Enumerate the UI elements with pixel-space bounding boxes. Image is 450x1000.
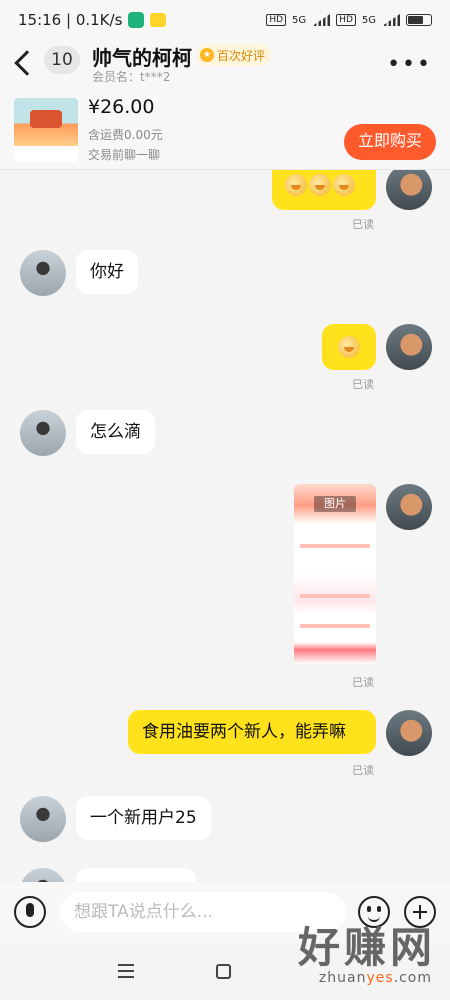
network-type-1: 5G	[292, 14, 307, 26]
duck-emoji-icon	[338, 336, 360, 358]
review-badge[interactable]: ★ 百次好评	[196, 44, 272, 66]
chat-header: 10 帅气的柯柯 ★ 百次好评 会员名：t***2 •••	[0, 40, 450, 88]
chat-area[interactable]: 已读 你好 已读 怎么滴 图片 已读 食用油要两个新人，能弄嘛 已读 一个新用户…	[0, 170, 450, 882]
duck-emoji-icon	[333, 174, 355, 196]
watermark-domain: zhuanyes.com	[318, 970, 432, 986]
read-receipt: 已读	[352, 676, 374, 689]
hd-badge-2: HD	[336, 14, 356, 26]
status-time: 15:16 | 0.1K/s	[18, 11, 123, 29]
avatar-self[interactable]	[386, 710, 432, 756]
image-label: 图片	[314, 496, 356, 512]
image-decoration	[300, 594, 370, 598]
watermark-title: 好赚网	[297, 923, 436, 972]
chat-first-note: 交易前聊一聊	[88, 148, 161, 162]
battery-icon	[406, 14, 432, 26]
duck-emoji-icon	[285, 174, 307, 196]
read-receipt: 已读	[352, 218, 374, 231]
avatar-contact[interactable]	[20, 868, 66, 882]
image-decoration	[300, 544, 370, 548]
message-contact[interactable]: 一个新用户25	[76, 796, 211, 840]
review-badge-icon: ★	[200, 48, 214, 62]
shipping-info: 含运费0.00元	[88, 128, 163, 142]
watermark: 好赚网 zhuanyes.com	[240, 914, 450, 1000]
unread-count-badge[interactable]: 10	[44, 46, 80, 74]
signal-icon-1	[312, 14, 331, 26]
network-type-2: 5G	[361, 14, 376, 26]
more-icon[interactable]: •••	[387, 52, 432, 77]
avatar-contact[interactable]	[20, 410, 66, 456]
read-receipt: 已读	[352, 764, 374, 777]
message-contact[interactable]: 怎么滴	[76, 410, 155, 454]
review-badge-label: 百次好评	[217, 48, 266, 63]
avatar-contact[interactable]	[20, 250, 66, 296]
menu-icon[interactable]	[118, 964, 134, 978]
avatar-self[interactable]	[386, 484, 432, 530]
app-notification-icon	[150, 13, 167, 27]
message-contact[interactable]: 你好	[76, 250, 138, 294]
signal-icon-2	[382, 14, 400, 26]
message-self[interactable]: 食用油要两个新人，能弄嘛	[128, 710, 376, 754]
read-receipt: 已读	[352, 378, 374, 391]
message-emoji-self[interactable]	[272, 170, 376, 210]
message-image-self[interactable]: 图片	[294, 484, 376, 664]
avatar-self[interactable]	[386, 170, 432, 210]
product-card[interactable]: ¥26.00 含运费0.00元 交易前聊一聊 立即购买	[0, 88, 450, 170]
product-thumbnail[interactable]	[14, 98, 78, 162]
image-decoration	[300, 624, 370, 628]
message-contact-partial[interactable]	[76, 868, 196, 882]
microphone-icon[interactable]	[14, 896, 46, 928]
avatar-contact[interactable]	[20, 796, 66, 842]
member-name: 会员名：t***2	[92, 70, 171, 84]
contact-name[interactable]: 帅气的柯柯	[92, 42, 192, 71]
back-icon[interactable]	[14, 50, 40, 76]
avatar-self[interactable]	[386, 324, 432, 370]
home-icon[interactable]	[216, 964, 231, 979]
product-price: ¥26.00	[88, 96, 155, 118]
duck-emoji-icon	[309, 174, 331, 196]
hd-badge-1: HD	[266, 14, 287, 26]
shield-icon	[128, 12, 145, 28]
status-bar: 15:16 | 0.1K/s HD 5G HD 5G	[0, 0, 450, 40]
message-emoji-self[interactable]	[322, 324, 376, 370]
buy-now-button[interactable]: 立即购买	[344, 124, 436, 160]
